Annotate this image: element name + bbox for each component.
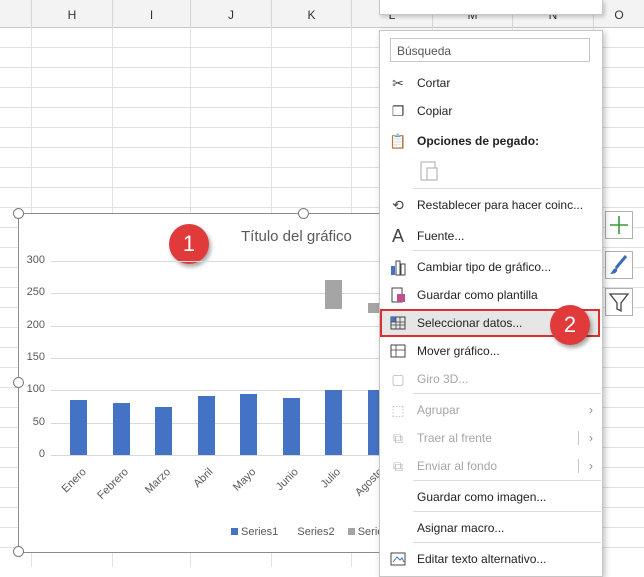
menu-item-cut[interactable]: ✂ Cortar [379, 71, 601, 95]
plus-icon [610, 216, 628, 234]
menu-divider [413, 480, 601, 481]
x-category-label: Julio [319, 466, 344, 491]
menu-item-bring-front: ⧉ Traer al frente › [379, 426, 601, 450]
column-header-k[interactable]: K [272, 0, 352, 27]
bar-series1[interactable] [155, 406, 172, 455]
cube-icon: ▢ [391, 371, 405, 387]
paste-option-button[interactable] [416, 158, 442, 184]
x-category-label: Marzo [143, 466, 174, 497]
brush-icon [610, 255, 628, 274]
menu-divider [413, 188, 601, 189]
chevron-right-icon: › [589, 403, 593, 417]
row-header-corner[interactable] [0, 0, 32, 27]
x-category-label: Abril [191, 466, 216, 491]
menu-item-copy[interactable]: ❐ Copiar [379, 99, 601, 123]
font-icon: A [391, 226, 404, 246]
menu-divider [413, 511, 601, 512]
bar-chart-icon [389, 258, 407, 276]
gridline [51, 358, 379, 359]
bring-front-icon: ⧉ [393, 430, 403, 446]
alt-text-icon [389, 550, 407, 568]
chart-filters-button[interactable] [605, 288, 633, 316]
resize-handle-bottom-left[interactable] [13, 546, 24, 557]
menu-item-save-template[interactable]: Guardar como plantilla [379, 283, 601, 307]
y-tick-label: 50 [32, 415, 45, 428]
x-category-label: Enero [59, 466, 89, 496]
chart-title[interactable]: Título del gráfico [241, 228, 352, 245]
x-category-label: Junio [273, 466, 301, 494]
gridline [51, 325, 379, 327]
legend[interactable]: Series1 Series2 Series3 [231, 526, 395, 538]
menu-item-move-chart[interactable]: Mover gráfico... [379, 339, 601, 363]
scissors-icon: ✂ [392, 75, 404, 91]
chart-area[interactable]: Título del gráfico 1 300 250 200 150 100 50 0 E… [18, 213, 395, 553]
menu-divider [413, 542, 601, 543]
bar-series1[interactable] [70, 400, 87, 455]
menu-item-3d-rotation: ▢ Giro 3D... [379, 367, 601, 391]
menu-item-group: ⬚ Agrupar › [379, 398, 601, 422]
x-category-label: Febrero [95, 466, 131, 502]
menu-item-font[interactable]: A Fuente... [379, 224, 601, 248]
group-icon: ⬚ [391, 402, 405, 418]
menu-item-paste-options: 📋 Opciones de pegado: [389, 133, 540, 149]
y-tick-label: 200 [26, 318, 45, 331]
send-back-icon: ⧉ [393, 458, 403, 474]
chart-elements-button[interactable] [605, 211, 633, 239]
menu-item-assign-macro[interactable]: Asignar macro... [379, 516, 601, 540]
template-icon [389, 286, 407, 304]
y-tick-label: 150 [26, 351, 45, 363]
y-tick-label: 300 [26, 254, 45, 266]
column-header-h[interactable]: H [32, 0, 113, 27]
reset-style-icon: ⟲ [392, 197, 404, 213]
step-badge-1: 1 [169, 224, 209, 264]
column-header-j[interactable]: J [191, 0, 272, 27]
bar-series1[interactable] [325, 390, 342, 455]
bar-series1[interactable] [282, 398, 300, 455]
y-tick-label: 250 [26, 286, 45, 299]
menu-item-send-back: ⧉ Enviar al fondo › [379, 454, 601, 478]
clipboard-icon: 📋 [389, 133, 407, 149]
x-category-label: Mayo [230, 466, 259, 494]
column-header-i[interactable]: I [113, 0, 191, 27]
gridline [51, 455, 379, 456]
menu-item-alt-text[interactable]: Editar texto alternativo... [379, 547, 601, 571]
menu-item-change-chart-type[interactable]: Cambiar tipo de gráfico... [379, 255, 601, 279]
menu-search-input[interactable]: Búsqueda [390, 38, 590, 62]
menu-divider [413, 250, 601, 251]
y-tick-label: 0 [38, 448, 45, 460]
paste-icon [420, 161, 438, 181]
menu-divider [413, 393, 601, 394]
filter-icon [608, 293, 630, 313]
resize-handle-left[interactable] [13, 377, 24, 388]
copy-icon: ❐ [391, 103, 405, 119]
resize-handle-top[interactable] [298, 208, 309, 219]
bar-series1[interactable] [197, 396, 215, 455]
legend-series1: Series1 [231, 526, 278, 538]
bar-series3[interactable] [325, 280, 342, 310]
chevron-right-icon: › [589, 431, 593, 445]
bar-series1[interactable] [240, 394, 257, 455]
gridline [51, 261, 379, 262]
previous-menu-edge [379, 0, 603, 15]
chart-styles-button[interactable] [605, 251, 633, 279]
bar-series1[interactable] [112, 403, 130, 455]
move-chart-icon [389, 342, 407, 360]
legend-series2: Series2 [297, 526, 335, 538]
chevron-right-icon: › [589, 459, 593, 473]
menu-item-reset-style[interactable]: ⟲ Restablecer para hacer coinc... [379, 193, 601, 217]
menu-item-save-image[interactable]: Guardar como imagen... [379, 485, 601, 509]
resize-handle-top-left[interactable] [13, 208, 24, 219]
